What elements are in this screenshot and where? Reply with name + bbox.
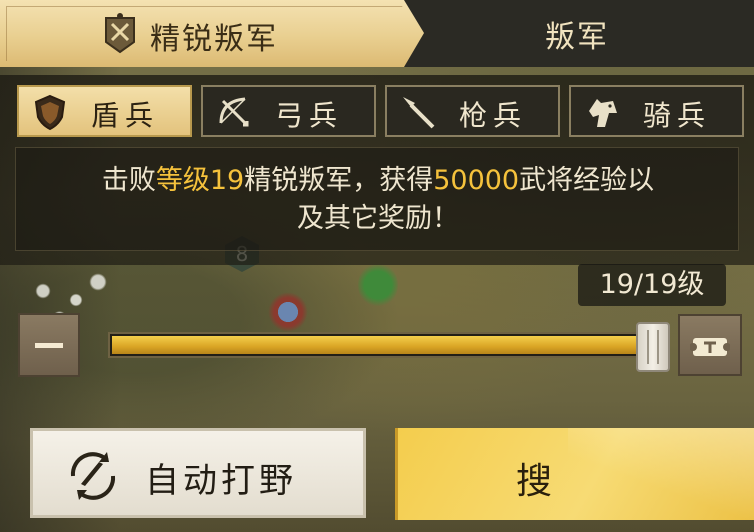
rebel-tab-bar: 精锐叛军 叛军: [0, 0, 754, 67]
troop-type-label: 骑兵: [643, 99, 712, 132]
troop-type-label: 枪兵: [459, 99, 528, 132]
desc-text-line2: 及其它奖励！: [297, 203, 459, 234]
search-button[interactable]: 搜: [395, 428, 754, 520]
auto-sword-icon: [70, 452, 116, 500]
level-slider-fill: [112, 336, 654, 354]
troop-type-label: 盾兵: [91, 99, 160, 132]
horse-icon: [589, 99, 617, 127]
troop-type-spear-button[interactable]: 枪兵: [385, 85, 560, 137]
tab-elite-label: 精锐叛军: [150, 22, 278, 57]
troop-type-shield-button[interactable]: 盾兵: [17, 85, 192, 137]
reward-description: 击败等级19精锐叛军，获得50000武将经验以 及其它奖励！: [16, 162, 740, 238]
troop-type-cavalry-button[interactable]: 骑兵: [569, 85, 744, 137]
tab-rebels[interactable]: 叛军: [430, 0, 754, 67]
reward-description-box: 击败等级19精锐叛军，获得50000武将经验以 及其它奖励！: [15, 147, 739, 251]
level-slider-track[interactable]: [108, 332, 658, 358]
desc-text: 武将经验以: [519, 165, 655, 196]
level-max-button[interactable]: [678, 314, 742, 376]
level-decrease-button[interactable]: [18, 313, 80, 377]
troop-type-archer-button[interactable]: 弓兵: [201, 85, 376, 137]
desc-exp-highlight: 50000: [433, 165, 520, 196]
spear-icon: [403, 97, 435, 129]
desc-text: 精锐叛军，获得: [244, 165, 434, 196]
troop-type-label: 弓兵: [275, 99, 344, 132]
key-ticket-icon: [690, 338, 730, 356]
elite-banner-icon: [105, 13, 135, 54]
bow-arrow-icon: [219, 97, 249, 127]
map-unit-red: [268, 292, 308, 332]
auto-hunt-label: 自动打野: [145, 461, 297, 501]
shield-icon: [34, 94, 66, 131]
desc-text: 击败: [101, 165, 156, 196]
search-label: 搜: [516, 461, 553, 502]
desc-level-highlight: 等级19: [155, 165, 245, 196]
map-unit-green: [358, 262, 398, 308]
tab-elite-rebels[interactable]: 精锐叛军: [0, 0, 424, 67]
level-slider-thumb[interactable]: [636, 322, 670, 372]
tab-rebels-label: 叛军: [545, 19, 609, 55]
level-indicator: 19/19级: [578, 264, 726, 306]
auto-hunt-button[interactable]: 自动打野: [30, 428, 366, 518]
